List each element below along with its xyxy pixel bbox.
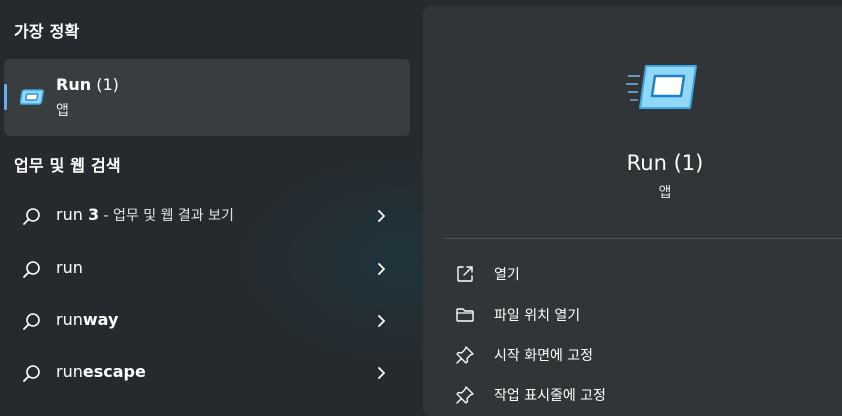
search-icon bbox=[23, 208, 40, 225]
action-label: 열기 bbox=[494, 267, 520, 283]
action-open-file-location[interactable]: 파일 위치 열기 bbox=[443, 298, 842, 332]
open-external-icon bbox=[457, 266, 473, 282]
search-results-panel: 가장 정확 Run (1) 앱 업무 및 웹 검색 run 3 - 업무 및 웹… bbox=[0, 0, 420, 403]
web-result-row[interactable]: run bbox=[4, 246, 410, 292]
search-icon bbox=[23, 313, 40, 330]
pin-icon bbox=[456, 386, 474, 404]
web-result-label: runway bbox=[56, 310, 119, 329]
web-result-row[interactable]: runway bbox=[4, 298, 410, 344]
best-match-title: Run (1) bbox=[56, 75, 119, 94]
action-pin-to-taskbar[interactable]: 작업 표시줄에 고정 bbox=[443, 378, 842, 412]
app-type: 앱 bbox=[658, 185, 672, 201]
folder-icon bbox=[456, 308, 474, 322]
chevron-right-icon bbox=[378, 263, 385, 275]
chevron-right-icon bbox=[378, 315, 385, 327]
web-result-row[interactable]: run 3 - 업무 및 웹 결과 보기 bbox=[4, 193, 410, 239]
web-search-heading: 업무 및 웹 검색 bbox=[14, 156, 121, 175]
best-match-heading: 가장 정확 bbox=[14, 22, 80, 41]
app-detail-panel: Run (1) 앱 열기 파일 위치 열기 시작 화면에 고정 작업 표시줄에 … bbox=[423, 6, 842, 416]
chevron-right-icon bbox=[378, 210, 385, 222]
chevron-right-icon bbox=[378, 367, 385, 379]
run-app-icon bbox=[20, 89, 44, 105]
web-result-label: run bbox=[56, 258, 83, 277]
search-icon bbox=[23, 261, 40, 278]
divider bbox=[443, 238, 842, 239]
web-result-label: runescape bbox=[56, 362, 146, 381]
selection-indicator bbox=[4, 84, 7, 110]
action-pin-to-start[interactable]: 시작 화면에 고정 bbox=[443, 338, 842, 372]
web-result-label: run 3 - 업무 및 웹 결과 보기 bbox=[56, 205, 234, 224]
search-icon bbox=[23, 365, 40, 382]
best-match-type: 앱 bbox=[56, 103, 69, 119]
web-result-row[interactable]: runescape bbox=[4, 350, 410, 396]
action-label: 작업 표시줄에 고정 bbox=[494, 388, 606, 404]
best-match-item[interactable]: Run (1) 앱 bbox=[4, 59, 410, 136]
run-app-icon bbox=[626, 65, 697, 109]
action-open[interactable]: 열기 bbox=[443, 257, 842, 291]
app-title: Run (1) bbox=[626, 151, 704, 175]
action-label: 시작 화면에 고정 bbox=[494, 348, 594, 364]
pin-icon bbox=[456, 346, 474, 364]
action-label: 파일 위치 열기 bbox=[494, 308, 581, 324]
